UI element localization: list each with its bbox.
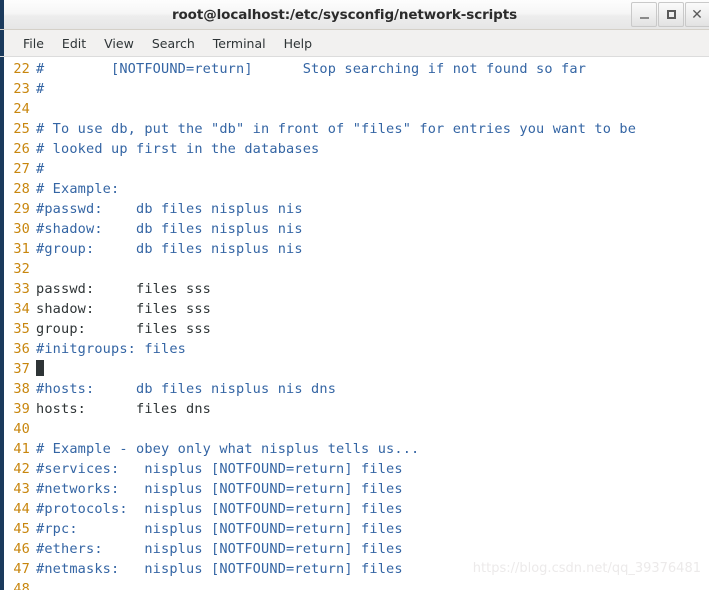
close-icon: ✕ [691, 6, 703, 23]
line-number: 41 [13, 441, 30, 457]
line-text-comment: #initgroups: files [36, 341, 187, 357]
editor-line: 30 #shadow: db files nisplus nis [0, 219, 709, 239]
line-text-comment: #rpc: nisplus [NOTFOUND=return] files [36, 521, 403, 537]
line-number: 29 [13, 201, 30, 217]
editor-line: 29 #passwd: db files nisplus nis [0, 199, 709, 219]
line-number: 36 [13, 341, 30, 357]
editor-line: 35 group: files sss [0, 319, 709, 339]
editor-line: 24 [0, 99, 709, 119]
editor-line: 43 #networks: nisplus [NOTFOUND=return] f… [0, 479, 709, 499]
editor-line: 48 [0, 579, 709, 590]
terminal-content[interactable]: 22 # [NOTFOUND=return] Stop searching if … [0, 57, 709, 590]
line-number: 46 [13, 541, 30, 557]
line-text-comment: # Example: [36, 181, 120, 197]
line-text-comment: #shadow: db files nisplus nis [36, 221, 303, 237]
line-number: 32 [13, 261, 30, 277]
line-text-comment: # To use db, put the "db" in front of "f… [36, 121, 637, 137]
line-number: 27 [13, 161, 30, 177]
editor-line: 32 [0, 259, 709, 279]
menubar-left-border [0, 30, 4, 56]
line-number: 43 [13, 481, 30, 497]
editor-line: 40 [0, 419, 709, 439]
editor-line: 33 passwd: files sss [0, 279, 709, 299]
terminal-left-border [0, 57, 4, 590]
editor-line: 37 [0, 359, 709, 379]
line-text: shadow: files sss [36, 301, 212, 317]
maximize-button[interactable] [658, 2, 684, 27]
window-controls: ✕ [631, 2, 709, 27]
line-text-comment: #hosts: db files nisplus nis dns [36, 381, 337, 397]
line-number: 39 [13, 401, 30, 417]
editor-line: 27 # [0, 159, 709, 179]
editor-line: 46 #ethers: nisplus [NOTFOUND=return] fil… [0, 539, 709, 559]
line-number: 45 [13, 521, 30, 537]
line-number: 44 [13, 501, 30, 517]
editor-line: 28 # Example: [0, 179, 709, 199]
editor-lines: 22 # [NOTFOUND=return] Stop searching if … [0, 59, 709, 590]
line-text: passwd: files sss [36, 281, 212, 297]
line-text: hosts: files dns [36, 401, 212, 417]
line-text-comment: # [NOTFOUND=return] Stop searching if no… [36, 61, 587, 77]
title-bar: root@localhost:/etc/sysconfig/network-sc… [0, 0, 709, 30]
line-number: 24 [13, 101, 30, 117]
line-number: 35 [13, 321, 30, 337]
minimize-button[interactable] [631, 2, 657, 27]
editor-line: 25 # To use db, put the "db" in front of … [0, 119, 709, 139]
line-text: group: files sss [36, 321, 212, 337]
line-text-comment: # Example - obey only what nisplus tells… [36, 441, 420, 457]
line-number: 33 [13, 281, 30, 297]
line-text-comment: #netmasks: nisplus [NOTFOUND=return] fil… [36, 561, 403, 577]
line-text-comment: #ethers: nisplus [NOTFOUND=return] files [36, 541, 403, 557]
editor-line: 22 # [NOTFOUND=return] Stop searching if … [0, 59, 709, 79]
editor-line: 23 # [0, 79, 709, 99]
editor-line: 47 #netmasks: nisplus [NOTFOUND=return] f… [0, 559, 709, 579]
line-number: 31 [13, 241, 30, 257]
menu-item-search[interactable]: Search [143, 34, 204, 53]
minimize-icon [639, 16, 649, 19]
line-text-comment: #services: nisplus [NOTFOUND=return] fil… [36, 461, 403, 477]
line-text-comment: #group: db files nisplus nis [36, 241, 303, 257]
line-text-comment: # [36, 161, 45, 177]
editor-line: 45 #rpc: nisplus [NOTFOUND=return] files [0, 519, 709, 539]
editor-line: 42 #services: nisplus [NOTFOUND=return] f… [0, 459, 709, 479]
line-text-comment: # [36, 81, 45, 97]
line-number: 34 [13, 301, 30, 317]
line-number: 47 [13, 561, 30, 577]
line-number: 25 [13, 121, 30, 137]
line-number: 22 [13, 61, 30, 77]
editor-line: 31 #group: db files nisplus nis [0, 239, 709, 259]
menu-bar: File Edit View Search Terminal Help [0, 30, 709, 57]
menu-item-file[interactable]: File [14, 34, 53, 53]
line-number: 28 [13, 181, 30, 197]
menu-item-terminal[interactable]: Terminal [204, 34, 275, 53]
editor-line: 39 hosts: files dns [0, 399, 709, 419]
menu-item-help[interactable]: Help [275, 34, 322, 53]
line-number: 42 [13, 461, 30, 477]
line-number: 40 [13, 421, 30, 437]
editor-line: 34 shadow: files sss [0, 299, 709, 319]
editor-line: 38 #hosts: db files nisplus nis dns [0, 379, 709, 399]
line-number: 37 [13, 361, 30, 377]
line-text-comment: #passwd: db files nisplus nis [36, 201, 303, 217]
line-number: 48 [13, 581, 30, 590]
maximize-icon [666, 10, 676, 19]
window-title: root@localhost:/etc/sysconfig/network-sc… [171, 6, 518, 23]
line-number: 26 [13, 141, 30, 157]
editor-line: 44 #protocols: nisplus [NOTFOUND=return] … [0, 499, 709, 519]
line-text-comment: #protocols: nisplus [NOTFOUND=return] fi… [36, 501, 403, 517]
line-text-comment: #networks: nisplus [NOTFOUND=return] fil… [36, 481, 403, 497]
menu-item-view[interactable]: View [95, 34, 143, 53]
line-text-comment: # looked up first in the databases [36, 141, 320, 157]
menu-item-edit[interactable]: Edit [53, 34, 95, 53]
editor-line: 41 # Example - obey only what nisplus tel… [0, 439, 709, 459]
line-number: 23 [13, 81, 30, 97]
terminal-window: root@localhost:/etc/sysconfig/network-sc… [0, 0, 709, 590]
line-number: 30 [13, 221, 30, 237]
close-button[interactable]: ✕ [685, 2, 709, 27]
editor-line: 26 # looked up first in the databases [0, 139, 709, 159]
window-left-border [0, 0, 4, 29]
text-cursor [36, 360, 44, 376]
editor-line: 36 #initgroups: files [0, 339, 709, 359]
line-number: 38 [13, 381, 30, 397]
